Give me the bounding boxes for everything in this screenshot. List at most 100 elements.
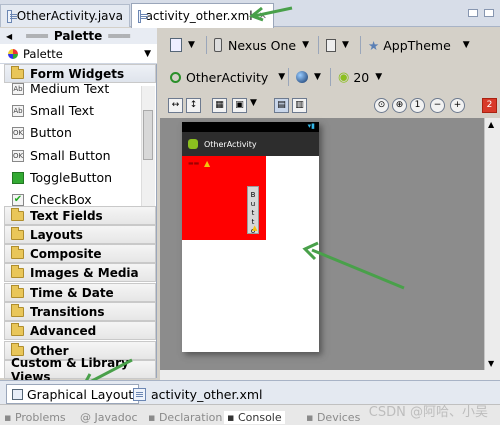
layout-icon bbox=[12, 388, 23, 400]
text-widget-icon: Ab bbox=[12, 82, 24, 95]
android-icon: ◉ bbox=[338, 69, 350, 85]
toggle-widget-icon bbox=[12, 171, 24, 184]
category-time-date[interactable]: Time & Date bbox=[4, 283, 156, 302]
tab-xml-source[interactable]: activity_other.xml bbox=[128, 384, 268, 404]
folder-icon bbox=[11, 342, 24, 356]
category-custom-library-views[interactable]: Custom & Library Views bbox=[4, 356, 156, 384]
zoom-in-icon[interactable]: + bbox=[450, 98, 465, 113]
globe-icon bbox=[296, 71, 308, 83]
widget-button[interactable]: OK Button bbox=[12, 122, 72, 143]
folder-icon bbox=[11, 303, 24, 317]
signal-icon: ▾▮ bbox=[307, 122, 315, 130]
scroll-down-icon[interactable]: ▼ bbox=[488, 359, 494, 368]
rotate-icon bbox=[326, 38, 336, 52]
palette-dropdown[interactable]: Palette ▼ bbox=[0, 44, 157, 64]
button-widget-icon: OK bbox=[12, 149, 24, 162]
palette-panel: ◀ ═══ Palette ═══ Palette ▼ Form Widgets… bbox=[0, 28, 157, 384]
category-text-fields[interactable]: Text Fields bbox=[4, 206, 156, 225]
vertical-orientation-icon[interactable]: ▤ bbox=[274, 98, 289, 113]
window-controls bbox=[468, 9, 494, 17]
theme-dropdown[interactable]: ★ AppTheme ▼ bbox=[368, 34, 470, 56]
folder-icon bbox=[11, 264, 24, 278]
device-preview[interactable]: ▾▮ OtherActivity ▬▬ ▲ Butto ▲ bbox=[182, 122, 319, 352]
device-icon bbox=[214, 38, 222, 52]
error-count-icon[interactable]: 2 bbox=[482, 98, 497, 113]
action-bar: OtherActivity bbox=[182, 132, 319, 156]
view-devices[interactable]: ▪ Devices bbox=[306, 411, 360, 424]
category-composite[interactable]: Composite bbox=[4, 244, 156, 263]
folder-icon bbox=[11, 207, 24, 221]
palette-icon bbox=[8, 48, 18, 59]
zoom-100-icon[interactable]: 1 bbox=[410, 98, 425, 113]
zoom-out-icon[interactable]: − bbox=[430, 98, 445, 113]
tab-otheractivity-java[interactable]: OtherActivity.java bbox=[0, 4, 130, 27]
activity-dropdown[interactable]: OtherActivity ▼ bbox=[170, 66, 285, 88]
watermark: CSDN @阿哈、小吴 bbox=[368, 405, 488, 420]
category-images-media[interactable]: Images & Media bbox=[4, 263, 156, 282]
horizontal-orientation-icon[interactable]: ▥ bbox=[292, 98, 307, 113]
category-advanced[interactable]: Advanced bbox=[4, 321, 156, 340]
canvas-horizontal-scrollbar[interactable] bbox=[160, 370, 500, 380]
status-bar: ▾▮ bbox=[182, 122, 319, 132]
minimize-icon[interactable] bbox=[468, 9, 478, 17]
activity-toolbar: OtherActivity ▼ ▼ ◉ 20 ▼ bbox=[162, 64, 500, 92]
app-icon bbox=[188, 139, 198, 149]
maximize-icon[interactable] bbox=[484, 9, 494, 17]
tab-label: OtherActivity.java bbox=[16, 9, 123, 23]
xml-file-icon bbox=[138, 9, 147, 23]
fill-height-icon[interactable]: ↕ bbox=[186, 98, 201, 113]
config-toolbar: ▼ Nexus One ▼ ▼ ★ AppTheme ▼ bbox=[162, 32, 500, 60]
config-icon bbox=[170, 38, 182, 52]
fill-width-icon[interactable]: ↔ bbox=[168, 98, 183, 113]
chevron-down-icon: ▼ bbox=[342, 40, 349, 50]
view-declaration[interactable]: ▪ Declaration bbox=[148, 411, 222, 424]
textview-placeholder[interactable]: ▬▬ bbox=[188, 160, 199, 167]
config-chooser[interactable]: ▼ bbox=[170, 34, 195, 56]
widget-small-button[interactable]: OK Small Button bbox=[12, 145, 111, 166]
xml-file-icon bbox=[133, 387, 146, 401]
folder-open-icon bbox=[11, 65, 24, 79]
chevron-down-icon: ▼ bbox=[462, 40, 470, 50]
warning-icon: ▲ bbox=[252, 224, 258, 232]
editor-tab-bar: OtherActivity.java activity_other.xml ✕ bbox=[0, 0, 500, 28]
java-file-icon bbox=[7, 9, 17, 23]
widget-small-text[interactable]: Ab Small Text bbox=[12, 100, 94, 121]
category-layouts[interactable]: Layouts bbox=[4, 225, 156, 244]
locale-dropdown[interactable]: ▼ bbox=[296, 66, 321, 88]
chevron-down-icon: ▼ bbox=[302, 40, 310, 50]
canvas-vertical-scrollbar[interactable]: ▲ ▼ bbox=[484, 118, 500, 370]
folder-icon bbox=[11, 284, 24, 298]
folder-icon bbox=[11, 322, 24, 336]
zoom-fit-icon[interactable]: ⊙ bbox=[374, 98, 389, 113]
chevron-down-icon: ▼ bbox=[375, 72, 383, 82]
gravity-icon[interactable]: ▣ bbox=[232, 98, 247, 113]
widget-medium-text[interactable]: Ab Medium Text bbox=[12, 78, 109, 99]
close-icon[interactable]: ✕ bbox=[259, 11, 267, 22]
scroll-up-icon[interactable]: ▲ bbox=[488, 120, 494, 129]
device-dropdown[interactable]: Nexus One ▼ bbox=[214, 34, 309, 56]
warning-icon: ▲ bbox=[204, 159, 211, 168]
orientation-dropdown[interactable]: ▼ bbox=[326, 34, 349, 56]
view-console[interactable]: ▪ Console bbox=[224, 411, 285, 424]
api-level-dropdown[interactable]: ◉ 20 ▼ bbox=[338, 66, 382, 88]
zoom-real-icon[interactable]: ⊕ bbox=[392, 98, 407, 113]
tab-label: activity_other.xml bbox=[145, 9, 253, 23]
view-problems[interactable]: ▪ Problems bbox=[4, 411, 66, 424]
button-widget-icon: OK bbox=[12, 126, 24, 139]
chevron-down-icon[interactable]: ▼ bbox=[250, 98, 257, 108]
folder-icon bbox=[11, 245, 24, 259]
view-javadoc[interactable]: @ Javadoc bbox=[80, 411, 138, 424]
palette-header: ◀ ═══ Palette ═══ bbox=[0, 28, 157, 44]
chevron-down-icon: ▼ bbox=[314, 72, 321, 82]
layout-actions-toolbar: ↔ ↕ ▦ ▣ ▼ ▤ ▥ ⊙ ⊕ 1 − + 2 bbox=[162, 96, 500, 118]
widget-togglebutton[interactable]: ToggleButton bbox=[12, 167, 112, 188]
chevron-down-icon: ▼ bbox=[278, 72, 286, 82]
activity-icon bbox=[170, 71, 181, 83]
text-widget-icon: Ab bbox=[12, 104, 24, 117]
category-transitions[interactable]: Transitions bbox=[4, 302, 156, 321]
palette-scroll-thumb[interactable] bbox=[143, 110, 153, 160]
collapse-icon[interactable]: ◀ bbox=[6, 32, 12, 41]
margins-icon[interactable]: ▦ bbox=[212, 98, 227, 113]
tab-graphical-layout[interactable]: Graphical Layout bbox=[6, 384, 140, 404]
tab-activity-other-xml[interactable]: activity_other.xml ✕ bbox=[131, 3, 274, 28]
